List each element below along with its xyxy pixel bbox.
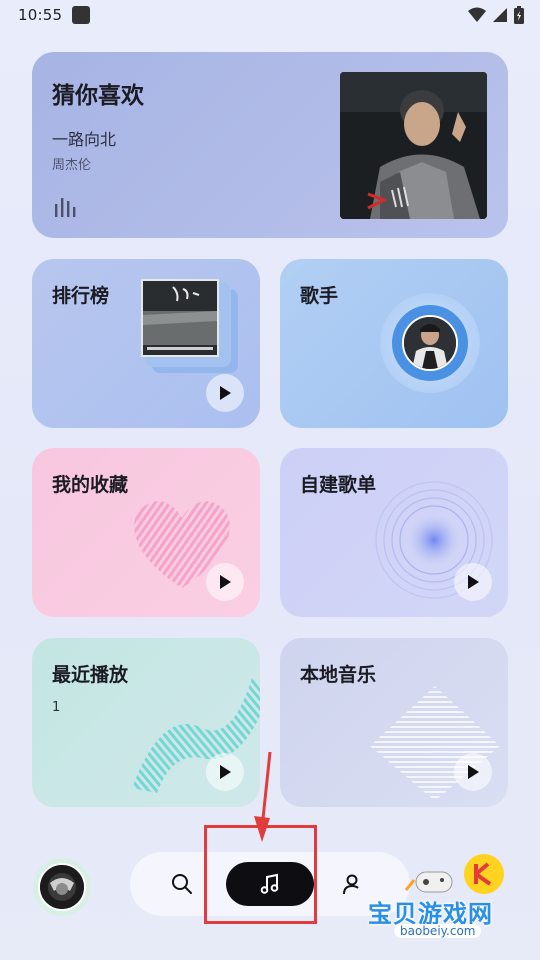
recent-card-title: 最近播放: [52, 664, 129, 686]
search-button[interactable]: [170, 872, 194, 900]
battery-icon: [514, 6, 524, 24]
favorites-play-button[interactable]: [206, 563, 244, 601]
search-icon: [172, 874, 192, 894]
equalizer-icon[interactable]: [54, 196, 76, 218]
play-icon: [468, 575, 479, 589]
recommend-title: 猜你喜欢: [52, 83, 144, 109]
play-icon: [220, 765, 231, 779]
chart-cover-image: [141, 279, 219, 357]
play-icon: [468, 765, 479, 779]
signal-icon: [493, 8, 507, 22]
watermark: 宝贝游戏网 baobeiy.com: [362, 850, 532, 950]
status-bar: 10:55: [0, 0, 540, 36]
recent-card[interactable]: 最近播放 1: [32, 638, 260, 807]
singer-card-title: 歌手: [300, 285, 339, 307]
playlist-card-title: 自建歌单: [300, 474, 377, 496]
now-playing-avatar[interactable]: [33, 858, 91, 916]
highlight-box: [204, 825, 317, 924]
play-icon: [220, 575, 231, 589]
status-icons: [468, 6, 524, 24]
chart-card-title: 排行榜: [52, 285, 110, 307]
status-time: 10:55: [18, 6, 63, 24]
album-cover-image[interactable]: [340, 72, 487, 219]
local-music-card[interactable]: 本地音乐: [280, 638, 508, 807]
wifi-icon: [468, 7, 486, 22]
local-music-play-button[interactable]: [454, 753, 492, 791]
singer-avatar: [392, 305, 468, 381]
favorites-card[interactable]: 我的收藏: [32, 448, 260, 617]
recent-play-button[interactable]: [206, 753, 244, 791]
playlist-play-button[interactable]: [454, 563, 492, 601]
diamond-decoration: [370, 686, 500, 801]
chart-card[interactable]: 排行榜: [32, 259, 260, 428]
playlist-card[interactable]: 自建歌单: [280, 448, 508, 617]
gamepad-logo-icon: [404, 854, 504, 894]
recent-count: 1: [52, 700, 61, 715]
watermark-url: baobeiy.com: [394, 924, 482, 938]
app-notification-icon: [72, 6, 90, 24]
recommend-card[interactable]: 猜你喜欢 一路向北 周杰伦: [32, 52, 508, 238]
play-icon: [220, 386, 231, 400]
recommend-song-name: 一路向北: [52, 130, 117, 149]
recommend-artist-name: 周杰伦: [52, 158, 92, 173]
chart-play-button[interactable]: [206, 374, 244, 412]
singer-card[interactable]: 歌手: [280, 259, 508, 428]
